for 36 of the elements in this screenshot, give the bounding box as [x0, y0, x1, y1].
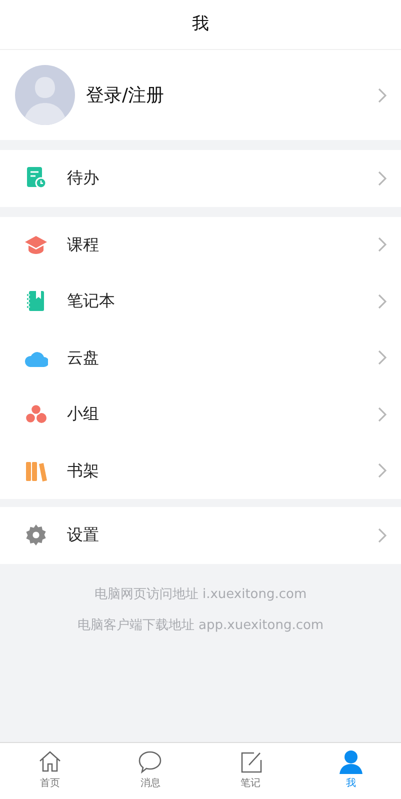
footer-text: 电脑客户端下载地址 app.xuexitong.com [77, 617, 324, 635]
tab-item[interactable]: 我 [300, 743, 401, 799]
menu-label: 待办 [67, 167, 100, 190]
avatar-icon [15, 65, 75, 125]
page-title: 我 [192, 12, 209, 36]
menu-item[interactable]: 小组 [0, 386, 401, 442]
menu-item[interactable]: 笔记本 [0, 273, 401, 330]
menu-label: 设置 [67, 524, 100, 546]
tab-item[interactable]: 消息 [100, 743, 200, 799]
tab-item[interactable]: 笔记 [200, 743, 301, 799]
menu-label: 笔记本 [67, 290, 116, 312]
chevron-icon [378, 528, 387, 543]
person-icon [338, 749, 364, 775]
chevron-icon [378, 170, 387, 186]
speech-bubble-icon [137, 749, 164, 775]
menu-label: 小组 [67, 403, 100, 426]
settings-icon [24, 523, 48, 548]
login-register-label: 登录/注册 [86, 84, 166, 108]
chevron-icon [378, 406, 387, 422]
profile-row[interactable]: 登录/注册 [0, 50, 401, 140]
menu-item[interactable]: 云盘 [0, 330, 401, 386]
todo-icon [24, 166, 48, 190]
footer-text: 电脑网页访问地址 i.xuexitong.com [94, 586, 307, 604]
menu-item[interactable]: 课程 [0, 216, 401, 273]
menu-item[interactable]: 待办 [0, 150, 401, 206]
menu-label: 书架 [67, 460, 100, 482]
chevron-icon [378, 294, 387, 309]
chevron-icon [378, 237, 387, 252]
chevron-icon [378, 88, 387, 102]
menu-label: 课程 [67, 234, 100, 256]
menu-label: 云盘 [67, 346, 100, 369]
chevron-icon [378, 463, 387, 478]
menu-item[interactable]: 设置 [0, 507, 401, 564]
tab-item[interactable]: 首页 [0, 743, 100, 799]
menu-item[interactable]: 书架 [0, 442, 401, 499]
chevron-icon [378, 350, 387, 366]
